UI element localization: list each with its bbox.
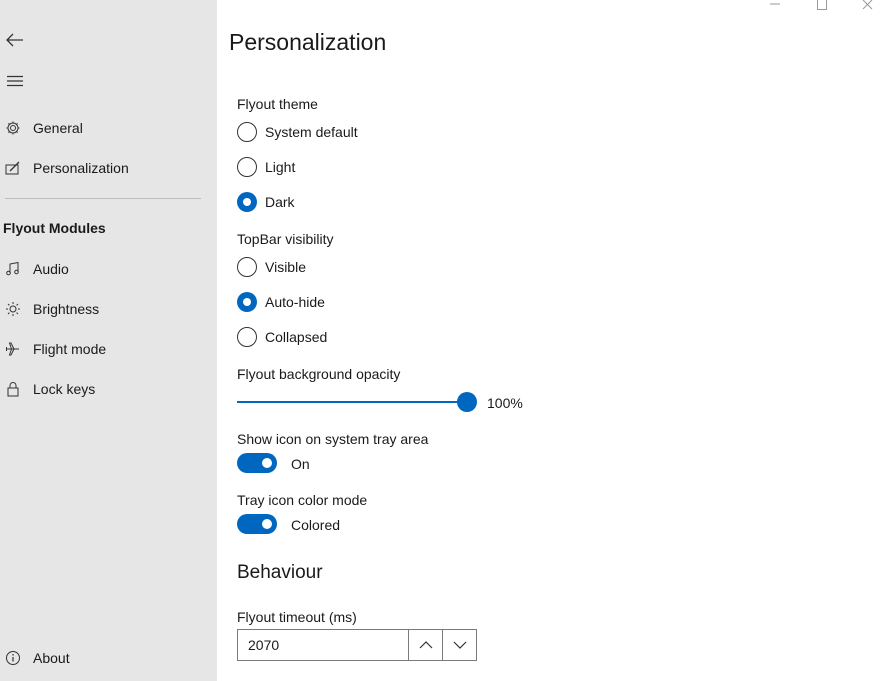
opacity-label: Flyout background opacity [237,366,401,382]
menu-button[interactable] [0,66,30,96]
info-icon [0,638,26,678]
tray-icon-state: On [291,456,310,472]
increment-button[interactable] [408,630,442,660]
lock-icon [0,369,26,409]
topbar-visibility-label: TopBar visibility [237,231,334,247]
sidebar-item-flight-mode[interactable]: Flight mode [0,329,217,369]
radio-circle [237,122,257,142]
minimize-button[interactable] [760,0,790,14]
sidebar-item-general[interactable]: General [0,108,217,148]
radio-circle [237,257,257,277]
radio-system-default[interactable]: System default [237,120,358,144]
personalization-icon [0,148,26,188]
sidebar-item-label: General [33,120,83,136]
sidebar-item-personalization[interactable]: Personalization [0,148,217,188]
maximize-icon [817,0,827,10]
flyout-modules-title: Flyout Modules [3,220,106,236]
radio-auto-hide[interactable]: Auto-hide [237,290,325,314]
radio-light[interactable]: Light [237,155,295,179]
sidebar-item-label: Lock keys [33,381,96,397]
sidebar: General Personalization Flyout Modules A… [0,0,217,681]
radio-circle [237,327,257,347]
sidebar-item-brightness[interactable]: Brightness [0,289,217,329]
radio-label: Visible [265,259,306,275]
close-icon [862,0,873,10]
chevron-up-icon [419,641,432,649]
radio-visible[interactable]: Visible [237,255,306,279]
tray-color-toggle[interactable] [237,514,277,534]
radio-label: Auto-hide [265,294,325,310]
chevron-down-icon [453,641,466,649]
hamburger-icon [7,75,23,87]
page-title: Personalization [229,29,387,55]
decrement-button[interactable] [442,630,476,660]
sidebar-item-audio[interactable]: Audio [0,249,217,289]
timeout-number-box[interactable]: 2070 [237,629,477,661]
gear-icon [0,108,26,148]
behaviour-header: Behaviour [237,562,323,583]
radio-circle [237,292,257,312]
minimize-icon [770,3,780,5]
radio-circle [237,192,257,212]
timeout-label: Flyout timeout (ms) [237,609,357,625]
opacity-value: 100% [487,395,523,411]
sidebar-item-label: About [33,650,70,666]
timeout-input[interactable]: 2070 [238,630,408,660]
music-icon [0,249,26,289]
back-arrow-icon [6,33,23,47]
radio-label: Light [265,159,296,175]
sidebar-item-label: Flight mode [33,341,107,357]
tray-icon-toggle[interactable] [237,453,277,473]
tray-icon-label: Show icon on system tray area [237,431,429,447]
radio-circle [237,157,257,177]
tray-color-state: Colored [291,517,341,533]
sidebar-divider [5,198,201,199]
sidebar-item-about[interactable]: About [0,638,217,678]
opacity-slider[interactable] [237,392,477,412]
tray-color-label: Tray icon color mode [237,492,368,508]
radio-label: Collapsed [265,329,328,345]
sidebar-item-label: Brightness [33,301,100,317]
radio-label: System default [265,124,358,140]
maximize-button[interactable] [807,0,837,14]
brightness-icon [0,289,26,329]
radio-collapsed[interactable]: Collapsed [237,325,327,349]
flyout-theme-label: Flyout theme [237,96,318,112]
airplane-icon [0,329,26,369]
slider-thumb[interactable] [457,392,477,412]
back-button[interactable] [0,25,30,55]
radio-dark[interactable]: Dark [237,190,295,214]
radio-label: Dark [265,194,295,210]
sidebar-item-label: Personalization [33,160,129,176]
sidebar-item-lock-keys[interactable]: Lock keys [0,369,217,409]
close-button[interactable] [853,0,880,14]
sidebar-item-label: Audio [33,261,69,277]
slider-track [237,401,467,403]
